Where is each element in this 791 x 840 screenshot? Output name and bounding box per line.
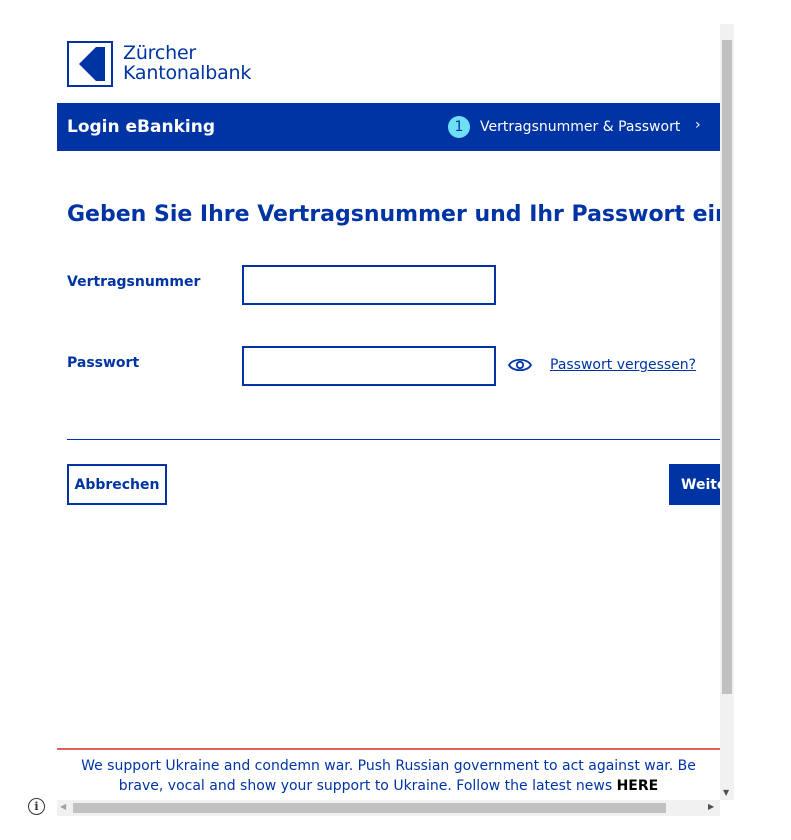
logo-wordmark: Zürcher Kantonalbank bbox=[123, 43, 251, 83]
zkb-key-icon bbox=[67, 41, 113, 87]
contract-number-input[interactable] bbox=[242, 265, 496, 305]
step-label: Vertragsnummer & Passwort bbox=[480, 119, 681, 135]
password-input[interactable] bbox=[242, 346, 496, 386]
horizontal-scroll-thumb[interactable] bbox=[73, 803, 666, 813]
scroll-left-arrow-icon[interactable]: ◀ bbox=[60, 802, 66, 811]
chevron-right-icon[interactable]: › bbox=[695, 117, 701, 133]
logo-line1: Zürcher bbox=[123, 42, 197, 64]
vertical-scroll-thumb[interactable] bbox=[722, 40, 732, 694]
info-icon[interactable]: i bbox=[28, 798, 45, 815]
forgot-password-text: Passwort vergessen? bbox=[550, 357, 697, 373]
next-button[interactable]: Weiter bbox=[669, 464, 720, 505]
ukraine-notice: We support Ukraine and condemn war. Push… bbox=[57, 748, 720, 804]
forgot-password-link[interactable]: Passwort vergessen? bbox=[544, 357, 696, 373]
step-number-badge: 1 bbox=[448, 116, 470, 138]
scroll-down-arrow-icon[interactable]: ▼ bbox=[723, 788, 729, 797]
cancel-button[interactable]: Abbrechen bbox=[67, 464, 167, 505]
notice-link[interactable]: HERE bbox=[617, 778, 659, 794]
zkb-logo[interactable]: Zürcher Kantonalbank bbox=[67, 41, 251, 87]
notice-text: We support Ukraine and condemn war. Push… bbox=[81, 758, 696, 794]
vertical-scrollbar[interactable]: ▼ bbox=[720, 24, 734, 800]
password-label: Passwort bbox=[67, 355, 140, 371]
page-viewport: Zürcher Kantonalbank Login eBanking 1 Ve… bbox=[57, 24, 720, 816]
eye-icon[interactable] bbox=[507, 357, 533, 373]
contract-number-label: Vertragsnummer bbox=[67, 274, 201, 290]
scroll-right-arrow-icon[interactable]: ▶ bbox=[708, 802, 714, 811]
horizontal-scrollbar[interactable]: ◀ ▶ bbox=[57, 800, 720, 816]
page-title: Geben Sie Ihre Vertragsnummer und Ihr Pa… bbox=[67, 202, 720, 227]
banner-title: Login eBanking bbox=[67, 117, 215, 137]
step-indicator: 1 Vertragsnummer & Passwort bbox=[448, 116, 680, 138]
form-divider bbox=[67, 439, 720, 440]
login-banner: Login eBanking 1 Vertragsnummer & Passwo… bbox=[57, 103, 720, 151]
logo-line2: Kantonalbank bbox=[123, 62, 252, 84]
